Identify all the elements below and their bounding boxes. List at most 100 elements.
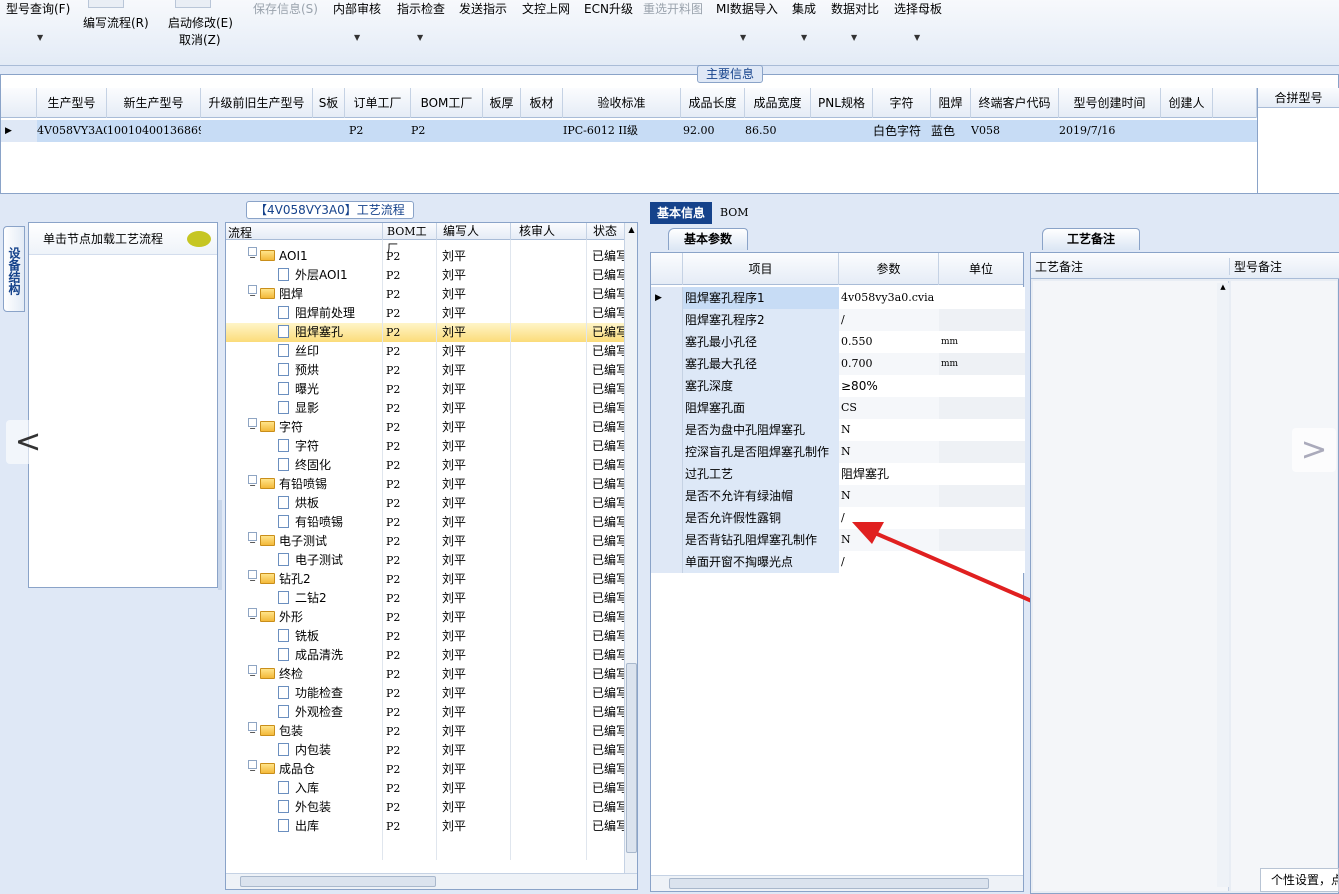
table-row[interactable]: ▶ 4V058VY3A0 10010400136869 P2 P2 IPC-60… [1, 120, 1257, 142]
flow-cell-status[interactable]: 已编写 [592, 380, 628, 399]
table-cell[interactable]: 92.00 [681, 120, 745, 142]
check-instruction-menu[interactable]: 指示检查 [397, 0, 445, 17]
param-unit[interactable] [939, 551, 1025, 573]
scrollbar-thumb[interactable] [626, 663, 637, 853]
param-row[interactable]: 是否背钻孔阻焊塞孔制作 N [651, 529, 1025, 551]
flow-row[interactable]: 功能检查 P2 刘平 已编写 [226, 684, 628, 703]
flow-cell-bom[interactable]: P2 [386, 532, 400, 551]
flow-cell-author[interactable]: 刘平 [442, 608, 466, 627]
flow-cell-status[interactable]: 已编写 [592, 608, 628, 627]
flow-node[interactable]: − 外形 [248, 608, 303, 627]
flow-cell-bom[interactable]: P2 [386, 665, 400, 684]
table-cell[interactable]: P2 [345, 120, 411, 142]
param-row[interactable]: 控深盲孔是否阻焊塞孔制作 N [651, 441, 1025, 463]
col-header[interactable]: 编写人 [436, 223, 510, 240]
param-row[interactable]: 阻焊塞孔面 CS [651, 397, 1025, 419]
flow-node[interactable]: 电子测试 [278, 551, 343, 570]
flow-cell-status[interactable]: 已编写 [592, 437, 628, 456]
flow-cell-bom[interactable]: P2 [386, 323, 400, 342]
flow-cell-status[interactable]: 已编写 [592, 418, 628, 437]
flow-cell-bom[interactable]: P2 [386, 798, 400, 817]
flow-row[interactable]: 曝光 P2 刘平 已编写 [226, 380, 628, 399]
ecn-upgrade-button[interactable]: ECN升级 [584, 0, 633, 17]
flow-cell-bom[interactable]: P2 [386, 304, 400, 323]
table-cell[interactable]: 白色字符 [873, 120, 931, 142]
param-row[interactable]: 塞孔最小孔径 0.550 mm [651, 331, 1025, 353]
flow-node[interactable]: 显影 [278, 399, 319, 418]
data-compare-menu[interactable]: 数据对比 [831, 0, 879, 17]
flow-row[interactable]: − 阻焊 P2 刘平 已编写 [226, 285, 628, 304]
flow-node[interactable]: 出库 [278, 817, 319, 836]
col-header[interactable]: 流程 [228, 224, 252, 241]
flow-node[interactable]: 预烘 [278, 361, 319, 380]
flow-cell-author[interactable]: 刘平 [442, 779, 466, 798]
col-header[interactable]: 板材 [521, 88, 563, 118]
param-row[interactable]: 阻焊塞孔程序2/ [651, 309, 1025, 331]
param-row[interactable]: 单面开窗不掏曝光点 / [651, 551, 1025, 573]
flow-cell-bom[interactable]: P2 [386, 380, 400, 399]
flow-cell-author[interactable]: 刘平 [442, 646, 466, 665]
tab-basic-params[interactable]: 基本参数 [668, 228, 748, 250]
param-value[interactable]: / [839, 507, 939, 529]
flow-cell-status[interactable]: 已编写 [592, 285, 628, 304]
chevron-down-icon[interactable]: ▼ [417, 33, 423, 42]
table-cell[interactable]: P2 [411, 120, 483, 142]
collapse-icon[interactable]: − [248, 608, 257, 623]
collapse-icon[interactable]: − [248, 247, 257, 262]
param-unit[interactable] [939, 287, 1025, 309]
flow-row[interactable]: − 字符 P2 刘平 已编写 [226, 418, 628, 437]
param-unit[interactable] [939, 529, 1025, 551]
col-header[interactable]: 新生产型号 [107, 88, 201, 118]
col-header[interactable]: PNL规格 [811, 88, 873, 118]
select-mother-board-menu[interactable]: 选择母板 [894, 0, 942, 17]
flow-cell-author[interactable]: 刘平 [442, 741, 466, 760]
flow-row[interactable]: 烘板 P2 刘平 已编写 [226, 494, 628, 513]
flow-row[interactable]: 阻焊前处理 P2 刘平 已编写 [226, 304, 628, 323]
flow-row[interactable]: 二钻2 P2 刘平 已编写 [226, 589, 628, 608]
flow-cell-bom[interactable]: P2 [386, 399, 400, 418]
param-unit[interactable] [939, 463, 1025, 485]
doc-control-upload-button[interactable]: 文控上网 [522, 0, 570, 17]
param-value[interactable]: / [839, 551, 939, 573]
flow-cell-status[interactable]: 已编写 [592, 513, 628, 532]
collapse-icon[interactable]: − [248, 285, 257, 300]
flow-cell-status[interactable]: 已编写 [592, 475, 628, 494]
send-instruction-button[interactable]: 发送指示 [459, 0, 507, 17]
col-header[interactable]: 成品长度 [681, 88, 745, 118]
splitter[interactable] [218, 500, 222, 590]
start-modify-button[interactable]: 启动修改(E) [168, 14, 233, 31]
flow-cell-bom[interactable]: P2 [386, 817, 400, 836]
table-cell[interactable] [483, 120, 521, 142]
flow-cell-author[interactable]: 刘平 [442, 361, 466, 380]
flow-cell-bom[interactable]: P2 [386, 703, 400, 722]
flow-cell-bom[interactable]: P2 [386, 418, 400, 437]
flow-row[interactable]: 预烘 P2 刘平 已编写 [226, 361, 628, 380]
flow-cell-status[interactable]: 已编写 [592, 456, 628, 475]
flow-cell-status[interactable]: 已编写 [592, 323, 628, 342]
flow-cell-status[interactable]: 已编写 [592, 247, 628, 266]
flow-row[interactable]: 成品清洗 P2 刘平 已编写 [226, 646, 628, 665]
flow-node[interactable]: − 有铅喷锡 [248, 475, 327, 494]
flow-cell-author[interactable]: 刘平 [442, 399, 466, 418]
flow-cell-bom[interactable]: P2 [386, 551, 400, 570]
flow-cell-bom[interactable]: P2 [386, 361, 400, 380]
flow-cell-bom[interactable]: P2 [386, 646, 400, 665]
flow-cell-bom[interactable]: P2 [386, 342, 400, 361]
param-value[interactable]: N [839, 419, 939, 441]
table-cell[interactable]: 10010400136869 [107, 120, 201, 142]
reselect-cutting-button[interactable]: 重选开料图 [643, 0, 703, 17]
col-header[interactable]: 工艺备注 [1035, 258, 1083, 275]
flow-cell-author[interactable]: 刘平 [442, 285, 466, 304]
param-value[interactable]: 阻焊塞孔 [839, 463, 939, 485]
collapse-icon[interactable]: − [248, 418, 257, 433]
flow-cell-status[interactable]: 已编写 [592, 741, 628, 760]
param-unit[interactable]: mm [939, 331, 1025, 353]
flow-node[interactable]: − 成品仓 [248, 760, 315, 779]
param-value[interactable]: N [839, 441, 939, 463]
flow-cell-bom[interactable]: P2 [386, 684, 400, 703]
scrollbar-thumb[interactable] [240, 876, 436, 887]
col-header[interactable]: 板厚 [483, 88, 521, 118]
flow-row[interactable]: − 钻孔2 P2 刘平 已编写 [226, 570, 628, 589]
col-header[interactable]: 单位 [939, 253, 1023, 285]
param-value[interactable]: ≥80% [839, 375, 939, 397]
